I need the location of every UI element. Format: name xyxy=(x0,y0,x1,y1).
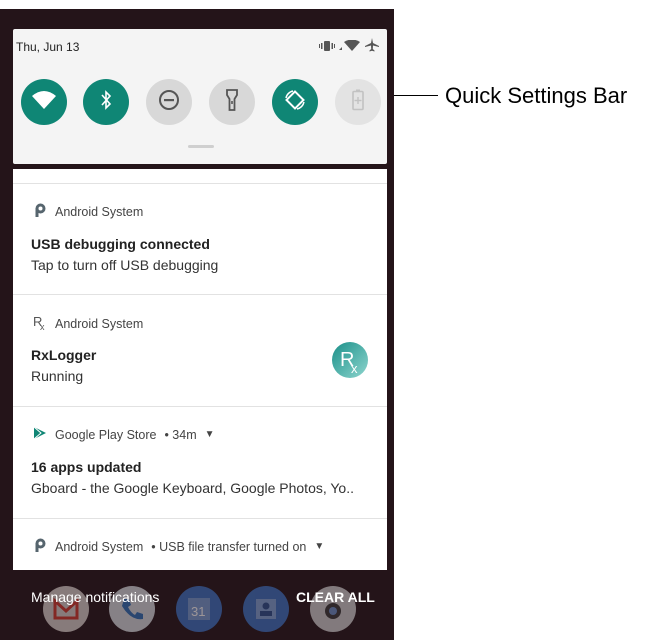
calendar-icon: 31 xyxy=(176,586,222,632)
callout-label: Quick Settings Bar xyxy=(445,83,628,108)
auto-rotate-tile[interactable] xyxy=(272,79,318,125)
airplane-icon xyxy=(365,38,379,57)
svg-text:x: x xyxy=(40,322,45,330)
do-not-disturb-tile[interactable] xyxy=(146,79,192,125)
clear-all-button[interactable]: CLEAR ALL xyxy=(296,589,375,605)
notification-header: Google Play Store • 34m ▼ xyxy=(33,426,215,443)
svg-text:x: x xyxy=(351,361,358,376)
vibrate-icon xyxy=(319,39,335,57)
notification-text: Running xyxy=(31,368,84,384)
play-store-icon xyxy=(33,426,47,443)
chevron-down-icon[interactable]: ▼ xyxy=(314,541,324,552)
quick-settings-tiles xyxy=(21,79,381,127)
notification-usb-debugging[interactable]: Android System USB debugging connected T… xyxy=(13,183,387,294)
contacts-icon xyxy=(243,586,289,632)
drag-handle[interactable] xyxy=(188,145,214,148)
notification-header: Rx Android System xyxy=(33,314,143,333)
manage-notifications-button[interactable]: Manage notifications xyxy=(31,589,159,605)
android-system-icon xyxy=(33,538,47,555)
quick-settings-panel: Thu, Jun 13 xyxy=(13,29,387,164)
wifi-icon xyxy=(339,39,361,57)
notification-summary: • USB file transfer turned on xyxy=(151,539,307,554)
status-icons xyxy=(319,38,379,57)
notification-title: USB debugging connected xyxy=(31,236,210,252)
notification-list: Android System USB debugging connected T… xyxy=(13,169,387,570)
notification-play-store[interactable]: Google Play Store • 34m ▼ 16 apps update… xyxy=(13,406,387,518)
bluetooth-icon xyxy=(99,89,113,115)
svg-text:31: 31 xyxy=(191,604,205,619)
phone-screen: Thu, Jun 13 Android System USB debugging… xyxy=(0,9,394,640)
app-name: Android System xyxy=(55,316,144,331)
app-name: Google Play Store xyxy=(55,427,157,442)
flashlight-icon xyxy=(225,88,239,116)
notification-time: • 34m xyxy=(164,427,197,442)
notification-title: 16 apps updated xyxy=(31,459,142,475)
battery-saver-icon xyxy=(352,89,364,116)
notification-header: Android System • USB file transfer turne… xyxy=(33,538,324,555)
rx-icon: Rx xyxy=(33,314,47,333)
wifi-icon xyxy=(32,90,56,115)
app-name: Android System xyxy=(55,204,144,219)
notification-header: Android System xyxy=(33,203,143,220)
date-label: Thu, Jun 13 xyxy=(16,40,80,54)
notification-usb-file-transfer[interactable]: Android System • USB file transfer turne… xyxy=(13,518,387,570)
notification-rxlogger[interactable]: Rx Android System RxLogger Running R x xyxy=(13,294,387,406)
app-name: Android System xyxy=(55,539,144,554)
callout-line xyxy=(394,95,438,96)
wifi-tile[interactable] xyxy=(21,79,67,125)
notification-title: RxLogger xyxy=(31,347,97,363)
battery-saver-tile[interactable] xyxy=(335,79,381,125)
flashlight-tile[interactable] xyxy=(209,79,255,125)
notification-text: Tap to turn off USB debugging xyxy=(31,257,219,273)
auto-rotate-icon xyxy=(284,89,306,116)
chevron-down-icon[interactable]: ▼ xyxy=(205,429,215,440)
android-system-icon xyxy=(33,203,47,220)
notification-text: Gboard - the Google Keyboard, Google Pho… xyxy=(31,480,354,496)
rxlogger-app-icon: R x xyxy=(331,341,369,384)
bluetooth-tile[interactable] xyxy=(83,79,129,125)
do-not-disturb-icon xyxy=(158,89,180,116)
